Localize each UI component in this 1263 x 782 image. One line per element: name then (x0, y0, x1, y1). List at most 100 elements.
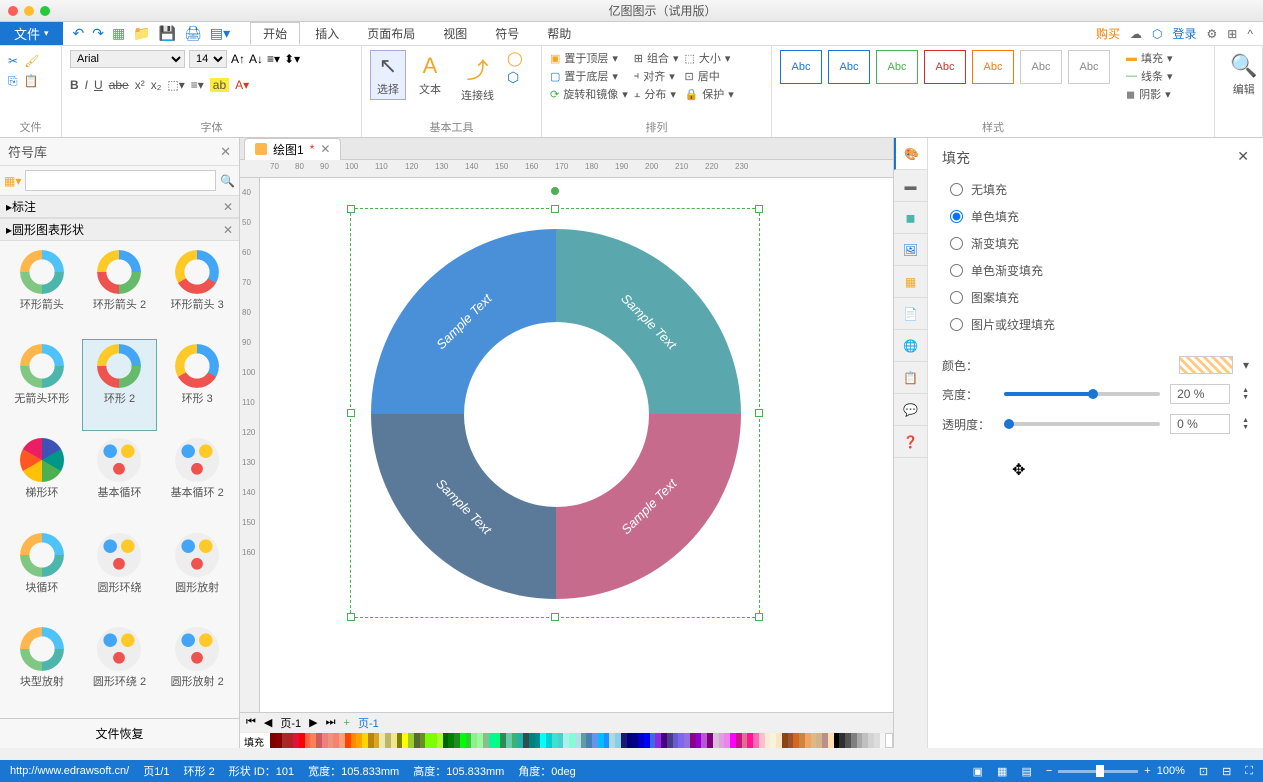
collapse-ribbon-icon[interactable]: ^ (1247, 27, 1253, 41)
zoom-out-icon[interactable]: − (1046, 765, 1052, 777)
transparency-up-icon[interactable]: ▲ (1242, 417, 1249, 424)
transparency-slider[interactable] (1004, 422, 1160, 426)
resize-handle[interactable] (347, 613, 355, 621)
fit-width-icon[interactable]: ⊟ (1222, 765, 1231, 778)
selection-box[interactable]: Sample Text Sample Text Sample Text Samp… (350, 208, 760, 618)
export-icon[interactable]: ▤▾ (210, 25, 230, 42)
resize-handle[interactable] (347, 205, 355, 213)
protect-btn[interactable]: 🔒保护▾ (685, 86, 734, 102)
cloud-icon[interactable]: ☁ (1130, 27, 1142, 41)
zoom-value[interactable]: 100% (1157, 765, 1185, 777)
fontcolor-icon[interactable]: A▾ (235, 78, 249, 92)
redo-icon[interactable]: ↷ (92, 25, 104, 42)
rtab-help-icon[interactable]: ❓ (894, 426, 927, 458)
fill-pattern-radio[interactable] (950, 291, 963, 304)
font-size-select[interactable]: 14 (189, 50, 227, 68)
section-callouts[interactable]: 标注 (12, 198, 36, 215)
connector-tool[interactable]: ⤴连接线 (454, 50, 501, 106)
tab-help[interactable]: 帮助 (534, 22, 584, 45)
status-url[interactable]: http://www.edrawsoft.cn/ (10, 765, 129, 777)
shape-item-selected[interactable]: 环形 2 (82, 339, 158, 431)
page-nav-last-icon[interactable]: ⏭ (326, 716, 336, 729)
style-preset-7[interactable]: Abc (1068, 50, 1110, 84)
fit-page-icon[interactable]: ⊡ (1199, 765, 1208, 778)
bold-button[interactable]: B (70, 78, 79, 92)
view-mode2-icon[interactable]: ▦ (997, 765, 1007, 778)
italic-button[interactable]: I (85, 78, 88, 92)
rotate-handle[interactable] (551, 187, 559, 195)
brightness-slider[interactable] (1004, 392, 1160, 396)
resize-handle[interactable] (755, 205, 763, 213)
shape-item[interactable]: 基本循环 (82, 433, 158, 525)
underline-button[interactable]: U (94, 78, 103, 92)
fill-none-radio[interactable] (950, 183, 963, 196)
window-min[interactable] (24, 6, 34, 16)
rtab-image-icon[interactable]: 🖼 (894, 234, 927, 266)
style-preset-1[interactable]: Abc (780, 50, 822, 84)
rtab-comment-icon[interactable]: 💬 (894, 394, 927, 426)
align-dropdown-icon[interactable]: ≡▾ (267, 52, 280, 66)
page-tab[interactable]: 页-1 (358, 715, 379, 731)
login-link[interactable]: 登录 (1173, 25, 1197, 42)
close-section2-icon[interactable]: ✕ (223, 223, 233, 237)
indent-icon[interactable]: ⬚▾ (167, 78, 184, 92)
font-increase-icon[interactable]: A↑ (231, 52, 245, 66)
fullscreen-icon[interactable]: ⛶ (1245, 765, 1253, 778)
send-back[interactable]: ▢置于底层▾ (550, 68, 628, 84)
brightness-down-icon[interactable]: ▼ (1242, 394, 1249, 401)
buy-link[interactable]: 购买 (1096, 25, 1120, 42)
shape-item[interactable]: 圆形放射 (159, 528, 235, 620)
shape-item[interactable]: 基本循环 2 (159, 433, 235, 525)
shape-item[interactable]: 环形箭头 3 (159, 245, 235, 337)
spacing-icon[interactable]: ⬍▾ (284, 52, 300, 66)
open-icon[interactable]: 📁 (133, 25, 150, 42)
file-recovery[interactable]: 文件恢复 (0, 718, 239, 748)
highlight-icon[interactable]: ab (210, 78, 229, 92)
tab-view[interactable]: 视图 (430, 22, 480, 45)
file-menu[interactable]: 文件 (0, 22, 63, 45)
shape-item[interactable]: 无箭头环形 (4, 339, 80, 431)
window-max[interactable] (40, 6, 50, 16)
symbols-search-input[interactable] (25, 170, 216, 191)
copy-icon[interactable]: ⎘ (8, 74, 18, 89)
library-icon[interactable]: ▦▾ (4, 174, 21, 188)
resize-handle[interactable] (551, 613, 559, 621)
fill-gradient-radio[interactable] (950, 237, 963, 250)
shape-item[interactable]: 环形箭头 2 (82, 245, 158, 337)
superscript-icon[interactable]: x² (135, 78, 145, 92)
page-nav-first-icon[interactable]: ⏮ (246, 716, 256, 729)
rtab-fill-icon[interactable]: 🎨 (894, 138, 927, 170)
brightness-up-icon[interactable]: ▲ (1242, 387, 1249, 394)
rtab-layer-icon[interactable]: 📋 (894, 362, 927, 394)
shape-item[interactable]: 块循环 (4, 528, 80, 620)
distribute-btn[interactable]: ⫠分布▾ (634, 86, 679, 102)
transparency-value[interactable]: 0 % (1177, 417, 1198, 431)
center-btn[interactable]: ⊡居中 (685, 68, 734, 84)
close-fill-panel-icon[interactable]: ✕ (1237, 148, 1249, 168)
new-icon[interactable]: ▦ (112, 25, 125, 42)
close-symbols-icon[interactable]: ✕ (220, 144, 231, 160)
list-icon[interactable]: ≡▾ (191, 78, 204, 92)
page-nav-next-icon[interactable]: ▶ (309, 716, 317, 729)
tab-insert[interactable]: 插入 (302, 22, 352, 45)
tab-start[interactable]: 开始 (250, 22, 300, 45)
strike-button[interactable]: abe (109, 78, 129, 92)
print-icon[interactable]: 🖨 (184, 25, 202, 42)
style-preset-4[interactable]: Abc (924, 50, 966, 84)
paste-icon[interactable]: 📋 (24, 74, 39, 89)
rtab-color-icon[interactable]: ◼ (894, 202, 927, 234)
format-painter-icon[interactable]: 🖌 (24, 54, 39, 68)
view-mode1-icon[interactable]: ▣ (973, 765, 983, 778)
zoom-in-icon[interactable]: + (1144, 765, 1150, 777)
shape-item[interactable]: 块型放射 (4, 622, 80, 714)
page-select[interactable]: 页-1 (280, 715, 301, 731)
share-icon[interactable]: ⬡ (1152, 27, 1162, 41)
tab-layout[interactable]: 页面布局 (354, 22, 428, 45)
save-icon[interactable]: 💾 (159, 25, 176, 42)
edit-find[interactable]: 🔍编辑 (1223, 50, 1263, 100)
style-preset-5[interactable]: Abc (972, 50, 1014, 84)
undo-icon[interactable]: ↶ (73, 25, 85, 42)
zoom-slider[interactable] (1058, 770, 1138, 773)
shape-item[interactable]: 梯形环 (4, 433, 80, 525)
shape-item[interactable]: 圆形放射 2 (159, 622, 235, 714)
